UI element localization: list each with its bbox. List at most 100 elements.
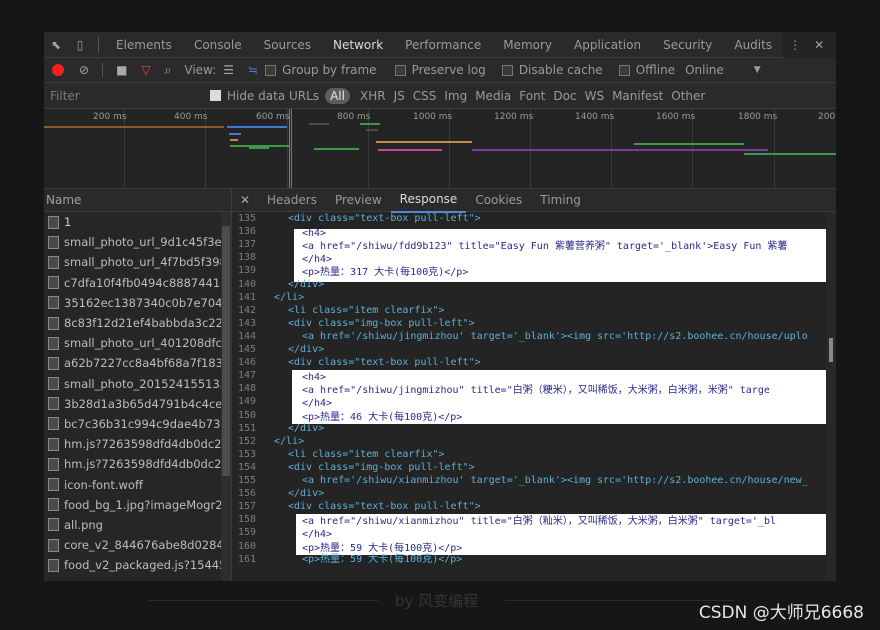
request-row[interactable]: food_v2_packaged.js?1544507 xyxy=(44,555,231,575)
name-column-header[interactable]: Name xyxy=(44,189,231,212)
type-filter-css[interactable]: CSS xyxy=(409,89,441,103)
overview-tick: 800 ms xyxy=(337,112,371,122)
devtools-screenshot: ⬉ ▯ Elements Console Sources Network Per… xyxy=(44,32,836,581)
tab-security[interactable]: Security xyxy=(652,32,723,58)
source-line: <div class="text-box pull-left"> xyxy=(288,213,481,224)
type-filter-all[interactable]: All xyxy=(325,87,350,104)
tab-memory[interactable]: Memory xyxy=(492,32,563,58)
search-icon[interactable]: ⌕ xyxy=(165,63,172,78)
group-by-frame-checkbox[interactable] xyxy=(265,64,277,76)
source-line: <div class="text-box pull-left"> xyxy=(288,357,481,369)
tab-application[interactable]: Application xyxy=(563,32,652,58)
request-row[interactable]: hm.js?7263598dfd4db0dc295. xyxy=(44,454,231,474)
large-rows-icon[interactable]: ☰ xyxy=(223,63,234,77)
close-detail-icon[interactable]: ✕ xyxy=(232,193,258,207)
disable-cache-checkbox[interactable] xyxy=(501,64,513,76)
request-name: food_v2_packaged.js?1544507 xyxy=(64,558,231,573)
request-row[interactable]: small_photo_url_4f7bd5f3985. xyxy=(44,252,231,272)
tab-sources[interactable]: Sources xyxy=(253,32,322,58)
request-row[interactable]: c7dfa10f4fb0494c8887441e42 xyxy=(44,273,231,293)
throttle-select[interactable]: Online xyxy=(685,63,724,77)
clear-icon[interactable]: ⊘ xyxy=(79,63,89,77)
request-row[interactable]: 8c83f12d21ef4babbda3c22fec xyxy=(44,313,231,333)
tab-audits[interactable]: Audits xyxy=(723,32,783,58)
filter-icon[interactable]: ▽ xyxy=(141,63,150,77)
source-line: <p>热量：317 大卡(每100克)</p> xyxy=(302,267,469,279)
tab-elements[interactable]: Elements xyxy=(105,32,183,58)
request-row[interactable]: small_photo_2015241551331€ xyxy=(44,374,231,394)
screenshot-icon[interactable]: ■ xyxy=(116,63,127,77)
filter-input[interactable]: Filter xyxy=(44,89,204,103)
source-line: </div> xyxy=(288,422,325,434)
line-number: 135 xyxy=(237,213,256,224)
response-scrollbar[interactable] xyxy=(826,212,836,581)
close-icon[interactable]: ✕ xyxy=(807,32,831,58)
request-name: core_v2_844676abe8d02848b xyxy=(64,538,231,553)
watermark: CSDN @大师兄6668 xyxy=(698,603,864,623)
request-row[interactable]: small_photo_url_9d1c45f3e8d xyxy=(44,232,231,252)
disable-cache-label: Disable cache xyxy=(518,63,603,77)
line-number: 147 xyxy=(237,370,256,382)
preserve-log-checkbox[interactable] xyxy=(394,64,406,76)
detail-tabbar: ✕ Headers Preview Response Cookies Timin… xyxy=(232,189,836,213)
request-row[interactable]: small_photo_url_401208dfc32 xyxy=(44,333,231,353)
source-line: <li class="item clearfix"> xyxy=(288,304,445,316)
tab-console[interactable]: Console xyxy=(183,32,253,58)
line-number: 138 xyxy=(237,252,256,264)
offline-label: Offline xyxy=(635,63,676,77)
file-icon xyxy=(48,558,59,572)
request-name: c7dfa10f4fb0494c8887441e42 xyxy=(64,275,231,290)
tab-performance[interactable]: Performance xyxy=(394,32,492,58)
chevron-down-icon[interactable]: ▼ xyxy=(754,65,761,75)
tab-headers[interactable]: Headers xyxy=(258,189,326,212)
type-filter-img[interactable]: Img xyxy=(440,89,471,103)
hide-data-urls-checkbox[interactable] xyxy=(210,90,221,101)
request-row[interactable]: core_v2_844676abe8d02848b xyxy=(44,535,231,555)
type-filter-doc[interactable]: Doc xyxy=(549,89,580,103)
type-filter-manifest[interactable]: Manifest xyxy=(608,89,667,103)
byline: by 风变编程 xyxy=(395,592,479,610)
request-row[interactable]: a62b7227cc8a4bf68a7f183a4c xyxy=(44,353,231,373)
more-options-icon[interactable]: ⋮ xyxy=(783,32,807,58)
network-overview[interactable]: 200 ms 400 ms 600 ms 800 ms 1000 ms 1200… xyxy=(44,109,836,189)
overview-tick: 1200 ms xyxy=(494,112,534,122)
source-line: </h4> xyxy=(302,398,333,410)
type-filter-xhr[interactable]: XHR xyxy=(356,89,390,103)
tab-network[interactable]: Network xyxy=(322,32,394,58)
request-row[interactable]: food_bg_1.jpg?imageMogr2/c xyxy=(44,495,231,515)
inspect-element-icon[interactable]: ⬉ xyxy=(44,32,68,58)
tab-preview[interactable]: Preview xyxy=(326,189,391,212)
file-icon xyxy=(48,215,59,229)
type-filter-media[interactable]: Media xyxy=(471,89,515,103)
response-source[interactable]: 135 136 137 138 139 140 141 142 143 144 145 146 147 1… xyxy=(232,212,826,581)
type-filter-ws[interactable]: WS xyxy=(581,89,608,103)
source-line: <a href="/shiwu/fdd9b123" title="Easy Fu… xyxy=(302,241,788,253)
request-list-scrollbar[interactable] xyxy=(221,212,231,581)
file-icon xyxy=(48,397,59,411)
request-row[interactable]: 3b28d1a3b65d4791b4c4ce25. xyxy=(44,394,231,414)
filter-bar: Filter Hide data URLs All XHR JS CSS Img… xyxy=(44,83,836,109)
request-row[interactable]: bc7c36b31c994c9dae4b73000 xyxy=(44,414,231,434)
device-toolbar-icon[interactable]: ▯ xyxy=(68,32,92,58)
type-filter-js[interactable]: JS xyxy=(390,89,409,103)
request-row[interactable]: all.png xyxy=(44,515,231,535)
tab-cookies[interactable]: Cookies xyxy=(466,189,531,212)
record-icon[interactable] xyxy=(52,64,64,76)
request-name: bc7c36b31c994c9dae4b73000 xyxy=(64,416,231,431)
line-number: 154 xyxy=(237,461,256,473)
overview-tick: 1400 ms xyxy=(575,112,615,122)
request-row[interactable]: 35162ec1387340c0b7e704c69 xyxy=(44,293,231,313)
type-filter-font[interactable]: Font xyxy=(515,89,549,103)
waterfall-icon[interactable]: ≒ xyxy=(248,63,258,77)
file-icon xyxy=(48,498,59,512)
offline-checkbox[interactable] xyxy=(618,64,630,76)
type-filter-other[interactable]: Other xyxy=(667,89,709,103)
request-row[interactable]: 1 xyxy=(44,212,231,232)
tab-response[interactable]: Response xyxy=(390,189,467,213)
source-line: </h4> xyxy=(302,529,333,541)
line-number: 157 xyxy=(237,501,256,513)
tab-timing[interactable]: Timing xyxy=(531,189,590,212)
request-row[interactable]: icon-font.woff xyxy=(44,474,231,494)
request-row[interactable]: hm.js?7263598dfd4db0dc295. xyxy=(44,434,231,454)
overview-tick: 1000 ms xyxy=(413,112,453,122)
